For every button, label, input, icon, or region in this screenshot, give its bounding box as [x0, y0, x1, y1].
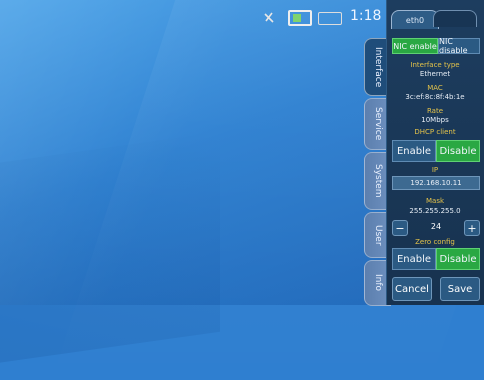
dhcp-enable-button[interactable]: Enable — [392, 140, 436, 162]
tab-user-label: User — [373, 224, 383, 246]
dhcp-label: DHCP client — [414, 128, 456, 136]
tab-service-label: Service — [373, 107, 383, 141]
mask-prefix-stepper: − 24 + — [392, 220, 480, 236]
clock: 1:18 — [350, 8, 382, 24]
mac-value: 3c:ef:8c:8f:4b:1e — [405, 93, 465, 101]
mask-label: Mask — [425, 197, 445, 205]
dhcp-toggle: Enable Disable — [392, 140, 480, 162]
zero-config-toggle: Enable Disable — [392, 248, 480, 270]
zero-config-enable-button[interactable]: Enable — [392, 248, 436, 270]
battery-icon[interactable] — [288, 10, 312, 26]
tab-eth0[interactable]: eth0 — [391, 10, 439, 29]
tab-interface-label: Interface — [373, 46, 383, 88]
top-status-bar: 1:18 — [0, 0, 386, 34]
interface-type-label: Interface type — [410, 61, 460, 69]
tab-info-label: Info — [373, 274, 383, 292]
nic-disable-button[interactable]: NIC disable — [438, 37, 480, 55]
nic-enable-button[interactable]: NIC enable — [392, 38, 438, 54]
mask-decrement-button[interactable]: − — [392, 220, 408, 236]
rate-label: Rate — [426, 107, 444, 115]
ip-label: IP — [431, 166, 439, 174]
mask-increment-button[interactable]: + — [464, 220, 480, 236]
mask-value: 255.255.255.0 — [409, 207, 461, 215]
nic-toggle: NIC enable NIC disable — [392, 37, 480, 55]
zero-config-label: Zero config — [415, 238, 455, 246]
side-tabs: Interface Service System User Info — [364, 32, 391, 306]
ip-field[interactable]: 192.168.10.11 — [392, 176, 480, 190]
interface-type-value: Ethernet — [419, 70, 451, 78]
desktop-shadow-shape — [0, 131, 220, 369]
tab-empty[interactable] — [433, 10, 477, 27]
tab-system-label: System — [373, 164, 383, 198]
wifi-icon[interactable] — [262, 10, 276, 24]
panel-footer: Cancel Save — [392, 277, 480, 301]
dhcp-disable-button[interactable]: Disable — [436, 140, 480, 162]
save-button[interactable]: Save — [440, 277, 480, 301]
zero-config-disable-button[interactable]: Disable — [436, 248, 480, 270]
mac-label: MAC — [427, 84, 443, 92]
monitor-icon[interactable] — [318, 12, 342, 25]
cancel-button[interactable]: Cancel — [392, 277, 432, 301]
rate-value: 10Mbps — [421, 116, 449, 124]
mask-prefix-value: 24 — [430, 222, 442, 231]
interface-tab-header: eth0 — [391, 10, 481, 30]
